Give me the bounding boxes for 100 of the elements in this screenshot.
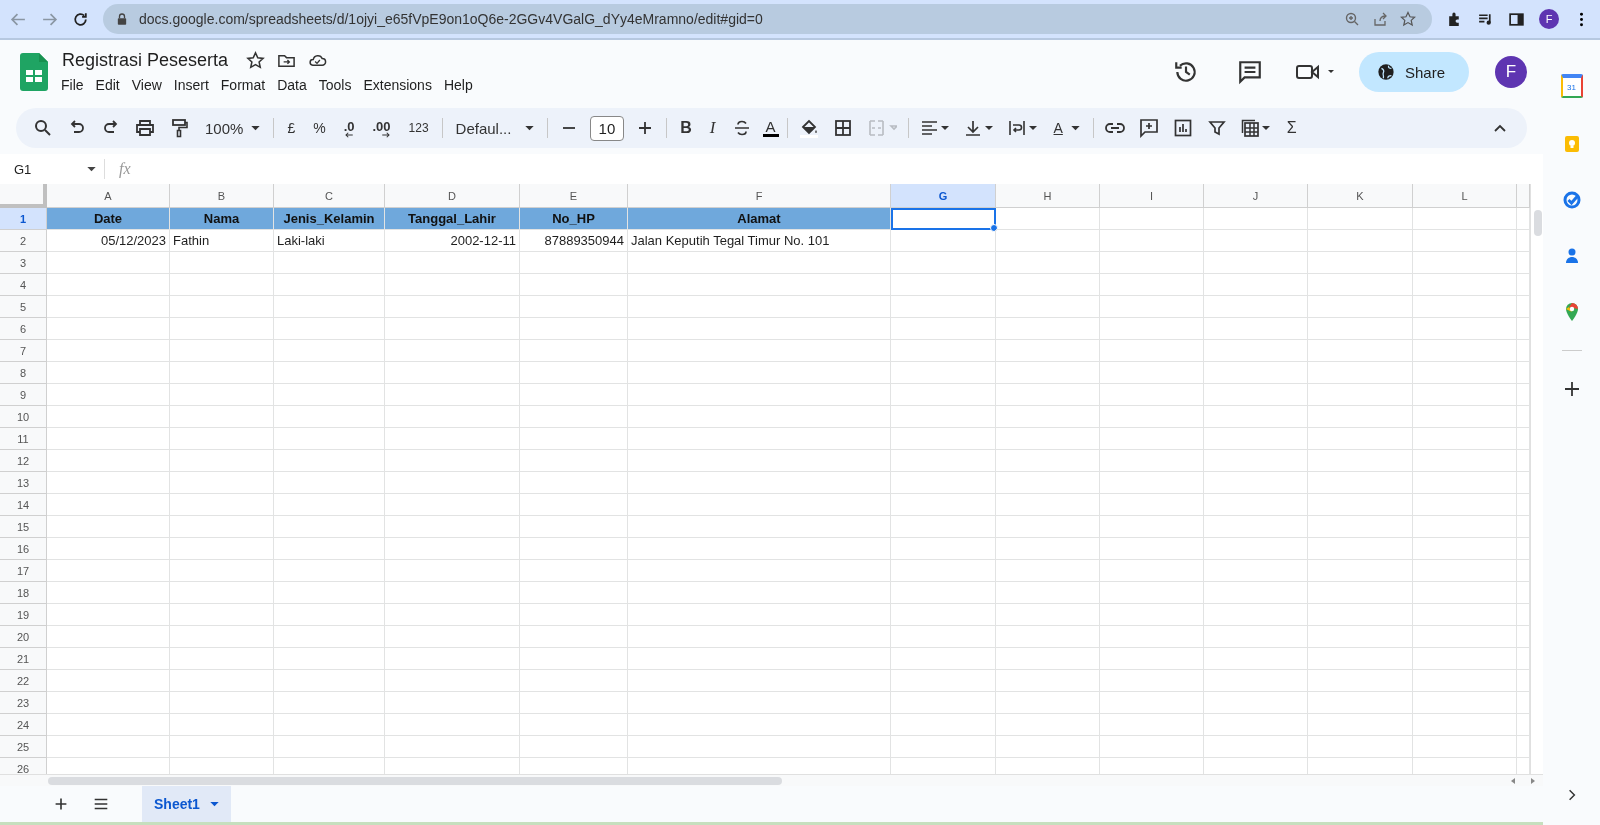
row-header[interactable]: 14 bbox=[0, 494, 47, 516]
share-button[interactable]: Share bbox=[1358, 52, 1469, 92]
row-header[interactable]: 2 bbox=[0, 230, 47, 252]
search-icon[interactable] bbox=[33, 118, 53, 138]
star-icon[interactable] bbox=[246, 50, 266, 70]
row-header[interactable]: 18 bbox=[0, 582, 47, 604]
scroll-left-icon[interactable] bbox=[1509, 776, 1517, 785]
row-header[interactable]: 23 bbox=[0, 692, 47, 714]
row-header[interactable]: 20 bbox=[0, 626, 47, 648]
filter-icon[interactable] bbox=[1206, 118, 1227, 138]
reload-icon[interactable] bbox=[72, 10, 89, 28]
table-cell[interactable]: Jenis_Kelamin bbox=[274, 208, 385, 230]
column-header[interactable]: L bbox=[1413, 184, 1517, 208]
percent-button[interactable]: % bbox=[308, 120, 331, 136]
address-bar[interactable]: docs.google.com/spreadsheets/d/1ojyi_e65fVpE9on1oQ6e-2GGv4VGalG_dYy4eMramno/edit#gid=0 bbox=[103, 4, 1432, 34]
fill-color-icon[interactable] bbox=[798, 118, 819, 138]
comment-icon[interactable] bbox=[1236, 59, 1263, 85]
row-header[interactable]: 25 bbox=[0, 736, 47, 758]
row-header[interactable]: 26 bbox=[0, 758, 47, 774]
text-color-button[interactable]: A bbox=[762, 119, 779, 137]
row-header[interactable]: 13 bbox=[0, 472, 47, 494]
increase-decimals-button[interactable]: .00 bbox=[367, 118, 396, 138]
column-header[interactable]: B bbox=[170, 184, 274, 208]
decrease-decimals-button[interactable]: .0 bbox=[338, 118, 360, 138]
menu-item[interactable]: Help bbox=[437, 74, 479, 95]
row-header[interactable]: 24 bbox=[0, 714, 47, 736]
row-header[interactable]: 19 bbox=[0, 604, 47, 626]
table-cell[interactable] bbox=[891, 208, 996, 230]
number-format-button[interactable]: 123 bbox=[403, 121, 434, 135]
row-header[interactable]: 4 bbox=[0, 274, 47, 296]
bold-button[interactable]: B bbox=[675, 119, 697, 137]
column-header[interactable]: F bbox=[628, 184, 891, 208]
row-header[interactable]: 15 bbox=[0, 516, 47, 538]
table-cell[interactable]: Fathin bbox=[170, 230, 274, 252]
sheet-tab[interactable]: Sheet1 bbox=[142, 786, 231, 822]
column-header[interactable]: I bbox=[1100, 184, 1204, 208]
menu-item[interactable]: Extensions bbox=[357, 74, 438, 95]
table-cell[interactable]: Alamat bbox=[628, 208, 891, 230]
document-title[interactable]: Registrasi Peseserta bbox=[62, 49, 229, 71]
side-panel-icon[interactable] bbox=[1508, 10, 1525, 28]
row-header[interactable]: 12 bbox=[0, 450, 47, 472]
calendar-icon[interactable]: 31 bbox=[1560, 74, 1583, 98]
row-header[interactable]: 10 bbox=[0, 406, 47, 428]
font-dropdown[interactable]: Defaul... bbox=[450, 119, 539, 137]
column-header[interactable]: J bbox=[1204, 184, 1308, 208]
column-header[interactable]: G bbox=[891, 184, 996, 208]
table-cell[interactable]: Date bbox=[47, 208, 170, 230]
menu-item[interactable]: Insert bbox=[167, 74, 215, 95]
star-icon[interactable] bbox=[1400, 11, 1416, 27]
menu-item[interactable]: Data bbox=[271, 74, 313, 95]
table-cell[interactable]: Tanggal_Lahir bbox=[385, 208, 520, 230]
italic-button[interactable]: I bbox=[704, 118, 721, 138]
row-header[interactable]: 8 bbox=[0, 362, 47, 384]
zoom-dropdown[interactable]: 100% bbox=[200, 119, 266, 137]
text-wrap-icon[interactable] bbox=[1007, 118, 1038, 138]
row-header[interactable]: 21 bbox=[0, 648, 47, 670]
row-header[interactable]: 11 bbox=[0, 428, 47, 450]
scrollbar-thumb[interactable] bbox=[48, 776, 782, 785]
add-comment-icon[interactable] bbox=[1138, 118, 1159, 138]
column-header[interactable]: D bbox=[385, 184, 520, 208]
row-header[interactable]: 5 bbox=[0, 296, 47, 318]
functions-button[interactable]: Σ bbox=[1281, 119, 1302, 137]
menu-item[interactable]: Edit bbox=[89, 74, 126, 95]
align-icon[interactable] bbox=[919, 118, 950, 138]
chart-icon[interactable] bbox=[1172, 118, 1193, 138]
table-cell[interactable]: Nama bbox=[170, 208, 274, 230]
currency-button[interactable]: £ bbox=[282, 120, 301, 136]
column-header[interactable]: C bbox=[274, 184, 385, 208]
profile-avatar[interactable]: F bbox=[1539, 9, 1559, 29]
zoom-icon[interactable] bbox=[1344, 11, 1360, 27]
table-view-icon[interactable] bbox=[1240, 118, 1271, 138]
table-cell[interactable]: Jalan Keputih Tegal Timur No. 101 bbox=[628, 230, 891, 252]
select-all-corner[interactable] bbox=[0, 184, 47, 208]
print-icon[interactable] bbox=[135, 118, 155, 138]
row-header[interactable]: 17 bbox=[0, 560, 47, 582]
table-cell[interactable]: Laki-laki bbox=[274, 230, 385, 252]
history-icon[interactable] bbox=[1172, 59, 1199, 85]
borders-icon[interactable] bbox=[832, 118, 853, 138]
column-header[interactable]: A bbox=[47, 184, 170, 208]
text-rotation-button[interactable]: A bbox=[1048, 120, 1085, 136]
row-header[interactable]: 6 bbox=[0, 318, 47, 340]
table-cell[interactable]: 2002-12-11 bbox=[385, 230, 520, 252]
table-cell[interactable]: No_HP bbox=[520, 208, 628, 230]
account-avatar[interactable]: F bbox=[1495, 56, 1527, 88]
row-header[interactable]: 9 bbox=[0, 384, 47, 406]
scrollbar-thumb[interactable] bbox=[1533, 210, 1542, 236]
menu-item[interactable]: Format bbox=[214, 74, 272, 95]
row-header[interactable]: 1 bbox=[0, 208, 47, 230]
share-icon[interactable] bbox=[1372, 11, 1388, 27]
paint-format-icon[interactable] bbox=[169, 118, 189, 138]
table-cell[interactable]: 05/12/2023 bbox=[47, 230, 170, 252]
row-header[interactable]: 3 bbox=[0, 252, 47, 274]
name-box[interactable]: G1 bbox=[0, 159, 105, 179]
row-header[interactable]: 16 bbox=[0, 538, 47, 560]
font-size-field[interactable]: 10 bbox=[589, 115, 625, 141]
menu-item[interactable]: Tools bbox=[312, 74, 358, 95]
menu-item[interactable]: File bbox=[55, 74, 90, 95]
column-header[interactable]: E bbox=[520, 184, 628, 208]
table-cell[interactable]: 87889350944 bbox=[520, 230, 628, 252]
column-header[interactable] bbox=[1517, 184, 1530, 208]
